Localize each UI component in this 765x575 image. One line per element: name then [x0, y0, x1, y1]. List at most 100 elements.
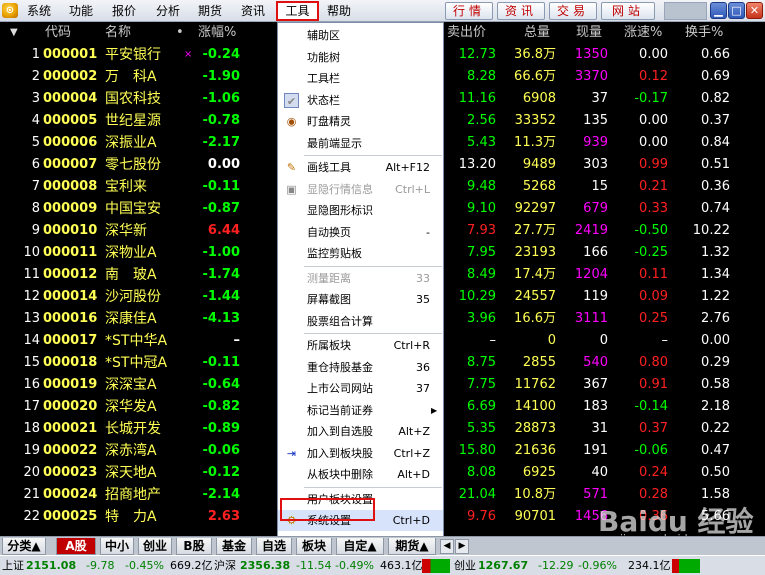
speed-pct: 0.00: [639, 113, 668, 128]
col-code[interactable]: 代码: [45, 22, 71, 44]
sh-index-amount: 669.2亿: [170, 559, 213, 572]
turnover-pct: 0.51: [701, 157, 730, 172]
col-current-vol[interactable]: 现量: [576, 22, 602, 44]
sort-dropdown-icon[interactable]: ▼: [10, 22, 18, 44]
menu-item-shortcut: -: [426, 225, 430, 239]
tools-menu-item[interactable]: ✎ 画线工具 Alt+F12: [278, 157, 443, 178]
menu-tools[interactable]: 工具: [276, 1, 319, 21]
tab-category[interactable]: 分类▲: [2, 538, 46, 555]
speed-pct: -0.25: [634, 245, 668, 260]
tools-menu-item[interactable]: ✔ 状态栏: [278, 90, 443, 111]
change-pct: 0.00: [207, 157, 240, 172]
speed-pct: 0.99: [639, 157, 668, 172]
col-change-pct[interactable]: 涨幅%: [198, 22, 236, 44]
tools-menu-item[interactable]: 从板块中删除 Alt+D: [278, 464, 443, 485]
sell-price: 10.29: [458, 289, 496, 304]
col-volume[interactable]: 总量: [524, 22, 550, 44]
hs-index-amount: 463.1亿: [380, 559, 423, 572]
total-volume: 27.7万: [514, 223, 556, 238]
row-number: 18: [23, 421, 40, 436]
current-volume: 135: [583, 113, 608, 128]
scroll-left-icon[interactable]: ◀: [440, 539, 454, 554]
tools-menu-item[interactable]: 标记当前证券 ▶: [278, 400, 443, 421]
menu-item-shortcut: Alt+F12: [385, 161, 430, 174]
close-icon[interactable]: ✕: [746, 2, 763, 19]
menu-item-shortcut: Ctrl+R: [393, 339, 430, 352]
speed-pct: -0.06: [634, 443, 668, 458]
menu-help[interactable]: 帮助: [327, 0, 351, 22]
tab-a-shares[interactable]: A股: [56, 538, 96, 555]
tools-menu-item[interactable]: 加入到自选股 Alt+Z: [278, 421, 443, 442]
menu-function[interactable]: 功能: [69, 0, 93, 22]
menu-system[interactable]: 系统: [27, 0, 51, 22]
tools-menu-item[interactable]: ⇥ 加入到板块股 Ctrl+Z: [278, 443, 443, 464]
menu-item-label: 加入到板块股: [307, 446, 373, 460]
tab-custom[interactable]: 自定▲: [336, 538, 384, 555]
speed-pct: 0.00: [639, 47, 668, 62]
trade-button[interactable]: 交易: [549, 2, 597, 20]
tools-menu-item[interactable]: 股票组合计算: [278, 311, 443, 332]
news-button[interactable]: 资讯: [497, 2, 545, 20]
current-volume: 367: [583, 377, 608, 392]
menu-quotes[interactable]: 报价: [112, 0, 136, 22]
tab-watchlist[interactable]: 自选: [256, 538, 292, 555]
current-volume: 166: [583, 245, 608, 260]
turnover-pct: 0.36: [701, 179, 730, 194]
current-volume: 303: [583, 157, 608, 172]
tools-menu-item[interactable]: 最前端显示: [278, 133, 443, 154]
tools-menu-item[interactable]: ◉ 盯盘精灵: [278, 111, 443, 132]
sell-price: 2.56: [467, 113, 496, 128]
menu-futures[interactable]: 期货: [198, 0, 222, 22]
change-pct: 2.63: [207, 509, 240, 524]
menu-news[interactable]: 资讯: [241, 0, 265, 22]
change-pct: -0.11: [202, 179, 240, 194]
stock-code: 000011: [43, 245, 98, 260]
category-tabs: 分类▲ A股 中小 创业 B股 基金 自选 板块 自定▲ 期货▲ ◀ ▶: [0, 536, 765, 555]
current-volume: 37: [591, 91, 608, 106]
sell-price: 7.75: [467, 377, 496, 392]
col-name[interactable]: 名称: [105, 22, 131, 44]
speed-pct: 0.09: [639, 289, 668, 304]
tab-sectors[interactable]: 板块: [296, 538, 332, 555]
total-volume: 9489: [522, 157, 556, 172]
change-pct: -0.24: [202, 47, 240, 62]
change-pct: -0.87: [202, 201, 240, 216]
minimize-icon[interactable]: ▁: [710, 2, 727, 19]
maximize-icon[interactable]: □: [728, 2, 745, 19]
speed-pct: 0.80: [639, 355, 668, 370]
website-button[interactable]: 网站: [601, 2, 655, 20]
scroll-right-icon[interactable]: ▶: [455, 539, 469, 554]
tab-b-shares[interactable]: B股: [176, 538, 212, 555]
tab-chinext[interactable]: 创业: [138, 538, 172, 555]
change-pct: -1.06: [202, 91, 240, 106]
speed-pct: -0.50: [634, 223, 668, 238]
hs-index-label: 沪深: [214, 559, 236, 572]
col-speed[interactable]: 涨速%: [624, 22, 662, 44]
sell-price: 8.08: [467, 465, 496, 480]
row-number: 16: [23, 377, 40, 392]
tools-menu-item[interactable]: 重仓持股基金 36: [278, 357, 443, 378]
tools-menu-item[interactable]: 上市公司网站 37: [278, 378, 443, 399]
sell-price: 7.95: [467, 245, 496, 260]
quotes-button[interactable]: 行情: [445, 2, 493, 20]
tab-sme[interactable]: 中小: [100, 538, 134, 555]
tools-menu-item[interactable]: 自动换页 -: [278, 222, 443, 243]
tab-futures[interactable]: 期货▲: [388, 538, 436, 555]
menu-item-shortcut: 35: [416, 293, 430, 306]
col-sell-price[interactable]: 卖出价: [447, 22, 486, 44]
menu-analysis[interactable]: 分析: [156, 0, 180, 22]
tools-menu-item[interactable]: 所属板块 Ctrl+R: [278, 335, 443, 356]
tools-menu-item[interactable]: 工具栏: [278, 68, 443, 89]
sell-price: 13.20: [458, 157, 496, 172]
app-logo-icon[interactable]: ⊙: [2, 3, 18, 18]
total-volume: 21636: [514, 443, 556, 458]
tools-menu-item[interactable]: 辅助区: [278, 25, 443, 46]
tools-menu-item[interactable]: 显隐图形标识: [278, 200, 443, 221]
tab-funds[interactable]: 基金: [216, 538, 252, 555]
col-turnover[interactable]: 换手%: [685, 22, 723, 44]
tools-menu-item[interactable]: 功能树: [278, 47, 443, 68]
tools-menu-item[interactable]: 监控剪贴板: [278, 243, 443, 264]
sell-price: 8.75: [467, 355, 496, 370]
turnover-pct: 0.84: [701, 135, 730, 150]
tools-menu-item[interactable]: 屏幕截图 35: [278, 289, 443, 310]
